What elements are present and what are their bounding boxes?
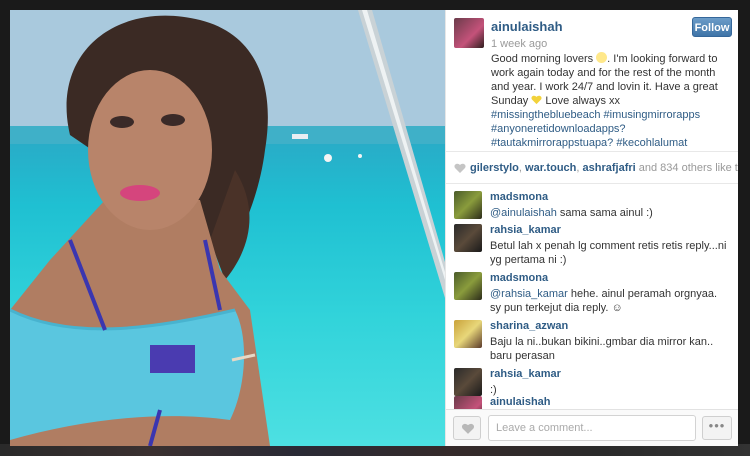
liker-3[interactable]: ashrafjafri [583,162,636,174]
comment-text: @ainulaishah sama sama ainul :) [490,206,730,220]
comment-mention[interactable]: @ainulaishah [490,207,557,219]
comment-footer: Leave a comment... ••• [446,409,738,446]
yellow-heart-emoji-icon [531,95,542,105]
comment-username[interactable]: sharina_azwan [490,320,568,332]
liker-2[interactable]: war.touch [525,162,576,174]
avatar[interactable] [454,320,482,348]
caption-text-3: Love always xx [542,95,621,107]
comment-text: Baju la ni..bukan bikini..gmbar dia mirr… [490,335,730,363]
post-photo [10,10,445,446]
comment-username[interactable]: madsmona [490,272,548,284]
post-caption: Good morning lovers . I'm looking forwar… [491,52,731,150]
comment-text: :) [490,383,730,397]
comment-username[interactable]: ainulaishah [490,396,551,408]
avatar[interactable] [454,224,482,252]
post-modal: ainulaishah 1 week ago Follow Good morni… [10,10,738,446]
like-button[interactable] [453,416,481,440]
post-sidebar: ainulaishah 1 week ago Follow Good morni… [445,10,738,446]
comment-item: sharina_azwan Baju la ni..bukan bikini..… [454,320,738,370]
divider [446,183,738,184]
caption-hashtags[interactable]: #missingthebluebeach #imusingmirrorapps … [491,109,700,149]
caption-text-1: Good morning lovers [491,53,597,65]
post-header: ainulaishah 1 week ago Follow [446,10,738,58]
heart-icon [461,423,475,434]
heart-icon [454,163,466,173]
follow-button[interactable]: Follow [692,17,732,37]
comment-text: @rahsia_kamar hehe. ainul peramah orgnya… [490,287,730,315]
avatar[interactable] [454,272,482,300]
likes-count[interactable]: 834 [660,162,678,174]
avatar[interactable] [454,18,484,48]
post-timestamp[interactable]: 1 week ago [491,38,547,50]
comment-item: ainulaishah [454,396,738,409]
comment-body: sama sama ainul :) [556,207,653,219]
comment-input[interactable]: Leave a comment... [488,415,696,441]
likes-and: and [635,162,661,174]
comment-text: Betul lah x penah lg comment retis retis… [490,239,730,267]
likes-text: gilerstylo, war.touch, ashrafjafri and 8… [470,158,738,178]
post-username[interactable]: ainulaishah [491,19,563,34]
likes-summary: gilerstylo, war.touch, ashrafjafri and 8… [454,158,738,178]
avatar[interactable] [454,368,482,396]
sun-emoji-icon [596,52,608,63]
comment-item: rahsia_kamar Betul lah x penah lg commen… [454,224,738,274]
likes-suffix: others like this. [681,162,738,174]
comment-body: Baju la ni..bukan bikini..gmbar dia mirr… [490,336,714,362]
comment-username[interactable]: rahsia_kamar [490,368,561,380]
comment-item: madsmona @rahsia_kamar hehe. ainul peram… [454,272,738,322]
liker-1[interactable]: gilerstylo [470,162,519,174]
comment-username[interactable]: madsmona [490,191,548,203]
comment-body: :) [490,384,497,396]
comment-mention[interactable]: @rahsia_kamar [490,288,568,300]
ellipsis-icon[interactable]: ••• [702,416,732,440]
divider [446,151,738,152]
avatar[interactable] [454,191,482,219]
comment-body: Betul lah x penah lg comment retis retis… [490,240,727,266]
comment-username[interactable]: rahsia_kamar [490,224,561,236]
avatar[interactable] [454,396,482,409]
